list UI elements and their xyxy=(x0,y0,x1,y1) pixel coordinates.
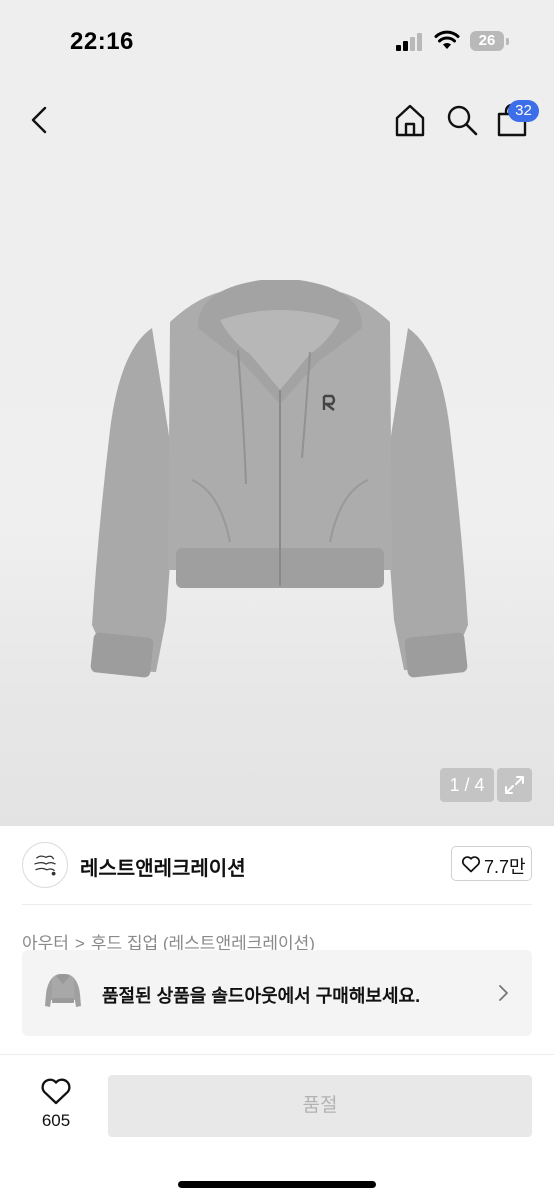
battery-level: 26 xyxy=(478,32,496,49)
back-button[interactable] xyxy=(24,102,56,138)
shop-logo[interactable] xyxy=(22,842,68,888)
sold-out-button[interactable]: 품절 xyxy=(108,1075,532,1137)
soldout-promo-banner[interactable]: 품절된 상품을 솔드아웃에서 구매해보세요. xyxy=(22,950,532,1036)
home-button[interactable] xyxy=(392,102,428,138)
product-image-carousel[interactable]: 1 / 4 xyxy=(0,160,554,826)
cart-count-badge: 32 xyxy=(508,100,539,122)
wifi-icon xyxy=(434,30,460,49)
search-button[interactable] xyxy=(444,102,480,138)
heart-icon xyxy=(461,856,481,873)
top-navigation xyxy=(0,80,554,160)
chevron-right-icon xyxy=(499,985,508,1001)
shop-like-button[interactable]: 7.7만 xyxy=(451,846,532,881)
shop-info-row[interactable]: 레스트앤레크레이션 7.7만 xyxy=(0,826,554,904)
wishlist-button[interactable]: 605 xyxy=(30,1075,82,1135)
home-indicator xyxy=(178,1181,376,1188)
wishlist-count: 605 xyxy=(41,1111,71,1130)
divider xyxy=(22,904,532,905)
image-page-indicator: 1 / 4 xyxy=(440,768,494,802)
expand-button[interactable] xyxy=(497,768,532,802)
shop-name[interactable]: 레스트앤레크레이션 xyxy=(80,852,246,881)
status-time: 22:16 xyxy=(70,28,134,55)
bottom-action-bar: 605 품절 xyxy=(0,1054,554,1200)
heart-icon xyxy=(41,1078,71,1105)
status-bar: 22:16 26 xyxy=(0,0,554,80)
battery-icon: 26 xyxy=(470,31,510,51)
product-photo-grey-zip-hoodie xyxy=(90,280,468,678)
signal-icon xyxy=(396,33,422,51)
shop-like-count: 7.7만 xyxy=(484,857,526,877)
soldout-banner-text: 품절된 상품을 솔드아웃에서 구매해보세요. xyxy=(102,986,421,1006)
product-thumbnail xyxy=(45,974,81,1007)
